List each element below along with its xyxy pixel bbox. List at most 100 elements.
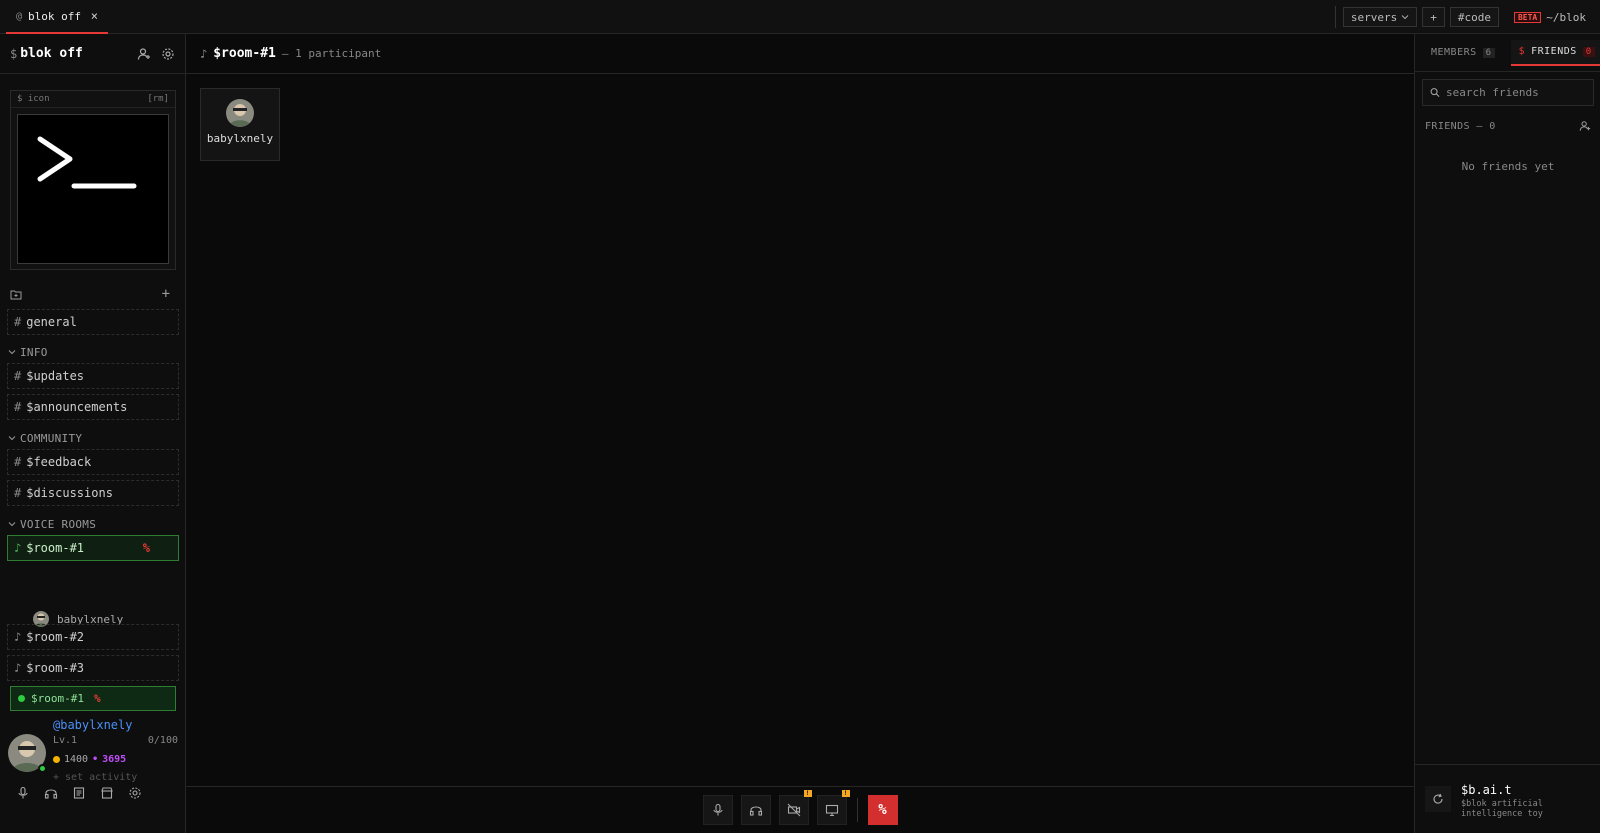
disconnect-icon[interactable]: %	[143, 541, 150, 555]
mute-button[interactable]	[702, 795, 733, 825]
warning-icon: !	[841, 790, 850, 797]
tab-members[interactable]: MEMBERS 6	[1423, 41, 1503, 65]
camera-button[interactable]: !	[778, 790, 812, 825]
warning-icon: !	[803, 790, 812, 797]
tab-blok-off[interactable]: @ blok off ×	[6, 0, 108, 34]
user-level: Lv.1	[53, 735, 78, 746]
icon-label: $ icon	[17, 94, 50, 104]
tab-label: MEMBERS	[1431, 47, 1477, 58]
channel-label: $room-#1	[26, 541, 85, 555]
channel-label: $discussions	[26, 486, 113, 500]
music-note-icon: ♪	[200, 46, 208, 61]
servers-label: servers	[1350, 10, 1398, 24]
members-count: 6	[1482, 47, 1495, 58]
participant-name: babylxnely	[206, 132, 274, 145]
coin-icon	[53, 756, 60, 763]
voice-room-2[interactable]: ♪ $room-#2	[7, 624, 179, 650]
empty-friends-message: No friends yet	[1461, 160, 1555, 173]
gear-icon[interactable]	[128, 786, 142, 800]
camera-off-icon	[787, 803, 800, 817]
bait-subtitle: $blok artificial intelligence toy	[1461, 799, 1543, 819]
deafen-button[interactable]	[740, 795, 771, 825]
gear-icon[interactable]	[161, 47, 175, 61]
add-server-button[interactable]: +	[1422, 7, 1445, 27]
channel-label: $announcements	[26, 400, 128, 414]
servers-dropdown[interactable]: servers	[1342, 7, 1418, 27]
search-icon	[1430, 88, 1440, 97]
category-label: VOICE ROOMS	[20, 517, 97, 531]
remove-icon-button[interactable]: [rm]	[147, 94, 169, 104]
set-activity-button[interactable]: + set activity	[53, 772, 137, 783]
tab-friends[interactable]: $ FRIENDS 0	[1510, 39, 1600, 66]
category-label: COMMUNITY	[20, 431, 83, 445]
beta-badge: BETA	[1513, 11, 1542, 23]
channel-discussions[interactable]: # $discussions	[7, 480, 179, 506]
search-friends-input[interactable]	[1446, 86, 1586, 99]
username[interactable]: @babylxnely	[53, 718, 132, 732]
channel-toolbar: +	[10, 286, 170, 302]
music-note-icon: ♪	[14, 630, 22, 644]
divider	[856, 798, 858, 822]
chevron-down-icon	[1401, 15, 1409, 20]
left-sidebar: $ blok off $ icon [rm] + # general INFO	[0, 34, 186, 833]
code-button[interactable]: #code	[1449, 7, 1499, 27]
channel-updates[interactable]: # $updates	[7, 363, 179, 389]
refresh-icon[interactable]	[1425, 786, 1451, 812]
microphone-icon[interactable]	[16, 786, 30, 800]
store-icon[interactable]	[100, 786, 114, 800]
category-community[interactable]: COMMUNITY	[8, 430, 82, 446]
channel-label: $room-#3	[26, 661, 85, 675]
right-sidebar: MEMBERS 6 $ FRIENDS 0 FRIENDS — 0 No fri…	[1414, 34, 1600, 833]
add-user-icon[interactable]	[137, 47, 151, 61]
headphones-icon	[749, 806, 762, 816]
room-title: $room-#1	[213, 46, 276, 61]
hash-icon: #	[14, 369, 22, 383]
path-label[interactable]: ~/blok	[1546, 11, 1586, 24]
channel-label: $feedback	[26, 455, 92, 469]
screen-share-button[interactable]: !	[816, 790, 850, 825]
channel-label: general	[26, 315, 77, 329]
top-bar: @ blok off × servers + #code BETA ~/blok	[0, 0, 1600, 34]
bait-panel[interactable]: $b.ai.t $blok artificial intelligence to…	[1415, 764, 1600, 833]
close-tab-icon[interactable]: ×	[91, 9, 98, 23]
server-name[interactable]: blok off	[20, 46, 83, 61]
friends-search	[1422, 79, 1594, 106]
tab-prefix: @	[16, 10, 23, 22]
tab-title: blok off	[28, 9, 82, 23]
tab-label: FRIENDS	[1531, 46, 1577, 57]
user-xp: 0/100	[147, 735, 178, 746]
voice-connection-bar[interactable]: $room-#1 %	[10, 686, 176, 711]
server-dollar: $	[10, 46, 18, 61]
participant-count: — 1 participant	[281, 47, 382, 60]
gem-count: 3695	[102, 754, 127, 765]
call-controls: ! ! %	[186, 786, 1414, 833]
connected-indicator	[18, 695, 25, 702]
hash-icon: #	[14, 455, 22, 469]
add-channel-button[interactable]: +	[162, 286, 170, 302]
add-friend-icon[interactable]	[1579, 120, 1591, 132]
hash-icon: #	[14, 315, 22, 329]
microphone-icon	[712, 803, 723, 816]
category-info[interactable]: INFO	[8, 344, 48, 360]
disconnect-icon[interactable]: %	[94, 692, 101, 705]
channel-general[interactable]: # general	[7, 309, 179, 335]
user-controls	[16, 786, 142, 800]
friends-heading: FRIENDS — 0	[1425, 120, 1496, 132]
avatar	[226, 99, 254, 127]
friends-header: FRIENDS — 0	[1425, 120, 1591, 132]
scroll-icon[interactable]	[72, 786, 86, 800]
hang-up-button[interactable]: %	[867, 795, 898, 825]
participant-tile[interactable]: babylxnely	[200, 88, 280, 161]
divider	[1334, 6, 1336, 28]
folder-icon[interactable]	[10, 289, 22, 300]
terminal-icon[interactable]	[17, 114, 169, 264]
headphones-icon[interactable]	[44, 786, 58, 800]
voice-room-1[interactable]: ♪ $room-#1 %	[7, 535, 179, 561]
category-voice-rooms[interactable]: VOICE ROOMS	[8, 516, 96, 532]
voice-room-3[interactable]: ♪ $room-#3	[7, 655, 179, 681]
channel-announcements[interactable]: # $announcements	[7, 394, 179, 420]
music-note-icon: ♪	[14, 661, 22, 675]
hash-icon: #	[14, 486, 22, 500]
channel-feedback[interactable]: # $feedback	[7, 449, 179, 475]
channel-label: $updates	[26, 369, 85, 383]
